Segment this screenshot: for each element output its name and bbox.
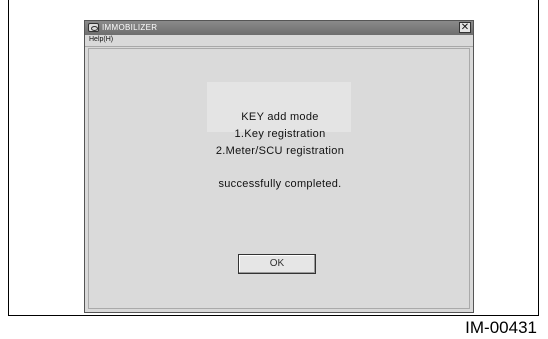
car-app-icon (88, 23, 99, 32)
message-step-2: 2.Meter/SCU registration (215, 145, 345, 157)
message-mode: KEY add mode (241, 111, 319, 123)
message-panel (207, 82, 351, 132)
menu-bar: Help(H) (85, 35, 473, 47)
figure-id: IM-00431 (465, 318, 537, 337)
close-button[interactable]: ✕ (459, 22, 471, 33)
immobilizer-window: IMMOBILIZER ✕ Help(H) KEY add mode 1.Key… (84, 20, 474, 313)
close-icon: ✕ (460, 22, 470, 33)
ok-button[interactable]: OK (238, 254, 316, 274)
message-step-1: 1.Key registration (234, 128, 326, 140)
title-bar[interactable]: IMMOBILIZER ✕ (85, 21, 473, 35)
window-title: IMMOBILIZER (102, 23, 158, 32)
message-status: successfully completed. (218, 178, 342, 190)
menu-help[interactable]: Help(H) (89, 35, 113, 45)
